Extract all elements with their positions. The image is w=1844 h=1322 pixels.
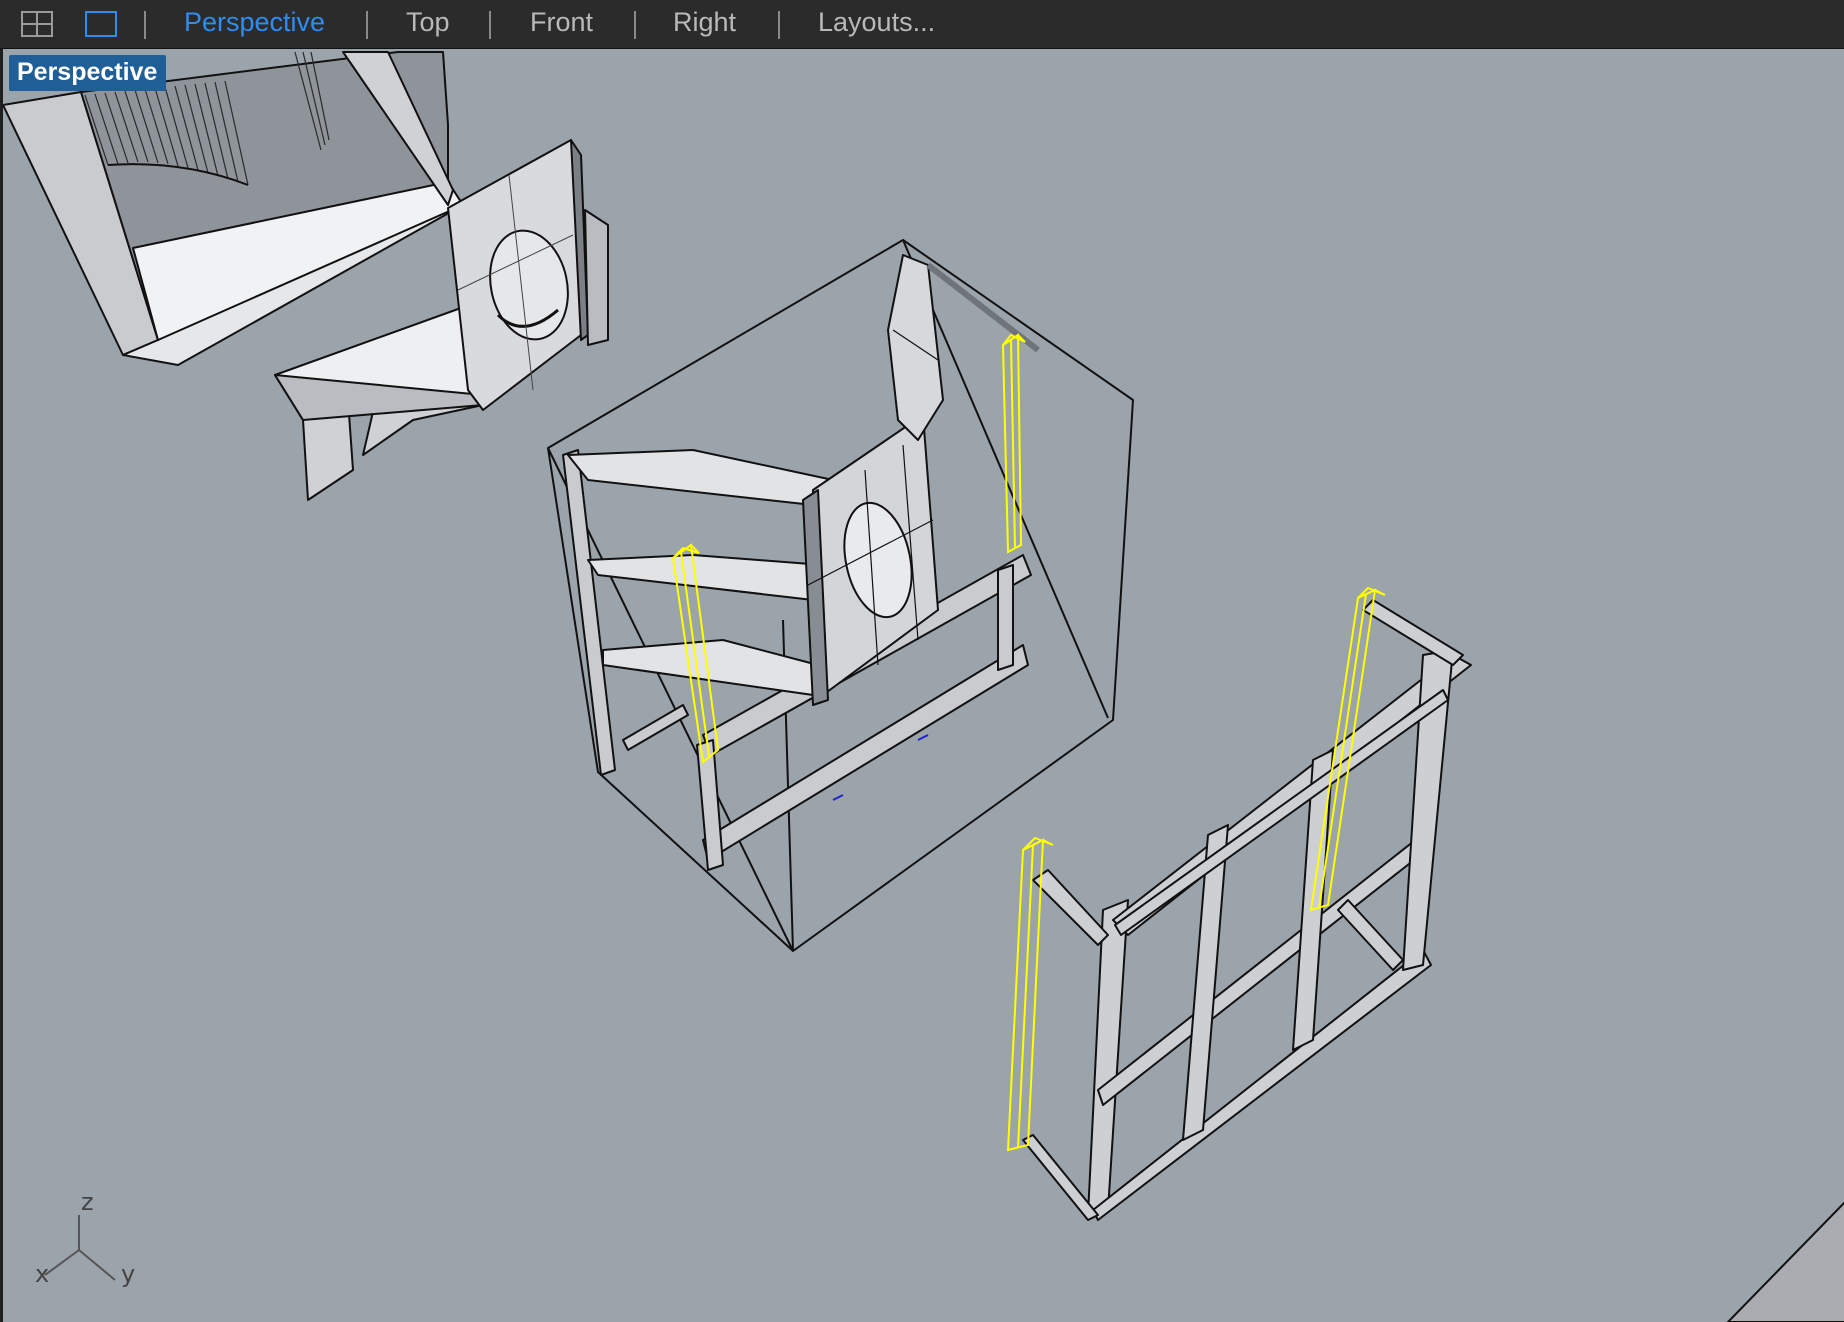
viewport-title-label[interactable]: Perspective bbox=[9, 55, 167, 91]
tab-right[interactable]: Right bbox=[673, 0, 736, 46]
axis-tick bbox=[832, 794, 844, 801]
tab-layouts[interactable]: Layouts... bbox=[818, 0, 935, 46]
selected-post[interactable] bbox=[1001, 333, 1026, 554]
ground-plane-corner bbox=[1726, 1201, 1844, 1322]
perspective-viewport[interactable]: Perspective z y x bbox=[0, 49, 1844, 1322]
model-scene[interactable]: z y x bbox=[3, 49, 1844, 1322]
tab-separator bbox=[778, 11, 780, 39]
frame-model[interactable] bbox=[1022, 599, 1472, 1221]
tab-separator bbox=[634, 11, 636, 39]
axis-indicator: z y x bbox=[35, 1188, 135, 1288]
tab-front[interactable]: Front bbox=[530, 0, 593, 46]
tab-separator bbox=[366, 11, 368, 39]
axis-x-label: x bbox=[35, 1260, 49, 1288]
single-viewport-icon[interactable] bbox=[84, 10, 118, 38]
tab-top[interactable]: Top bbox=[406, 0, 450, 46]
chair-assembly[interactable] bbox=[547, 239, 1134, 952]
axis-tick bbox=[917, 734, 929, 741]
viewport-tab-bar: Perspective Top Front Right Layouts... bbox=[0, 0, 1844, 49]
tab-separator bbox=[489, 11, 491, 39]
axis-y-label: y bbox=[121, 1260, 135, 1288]
rhino-window: Perspective Top Front Right Layouts... P… bbox=[0, 0, 1844, 1322]
axis-z-label: z bbox=[81, 1188, 94, 1216]
four-viewports-icon[interactable] bbox=[20, 10, 54, 38]
tab-separator bbox=[144, 11, 146, 39]
tab-perspective[interactable]: Perspective bbox=[184, 0, 325, 46]
hood-model[interactable] bbox=[3, 51, 464, 366]
